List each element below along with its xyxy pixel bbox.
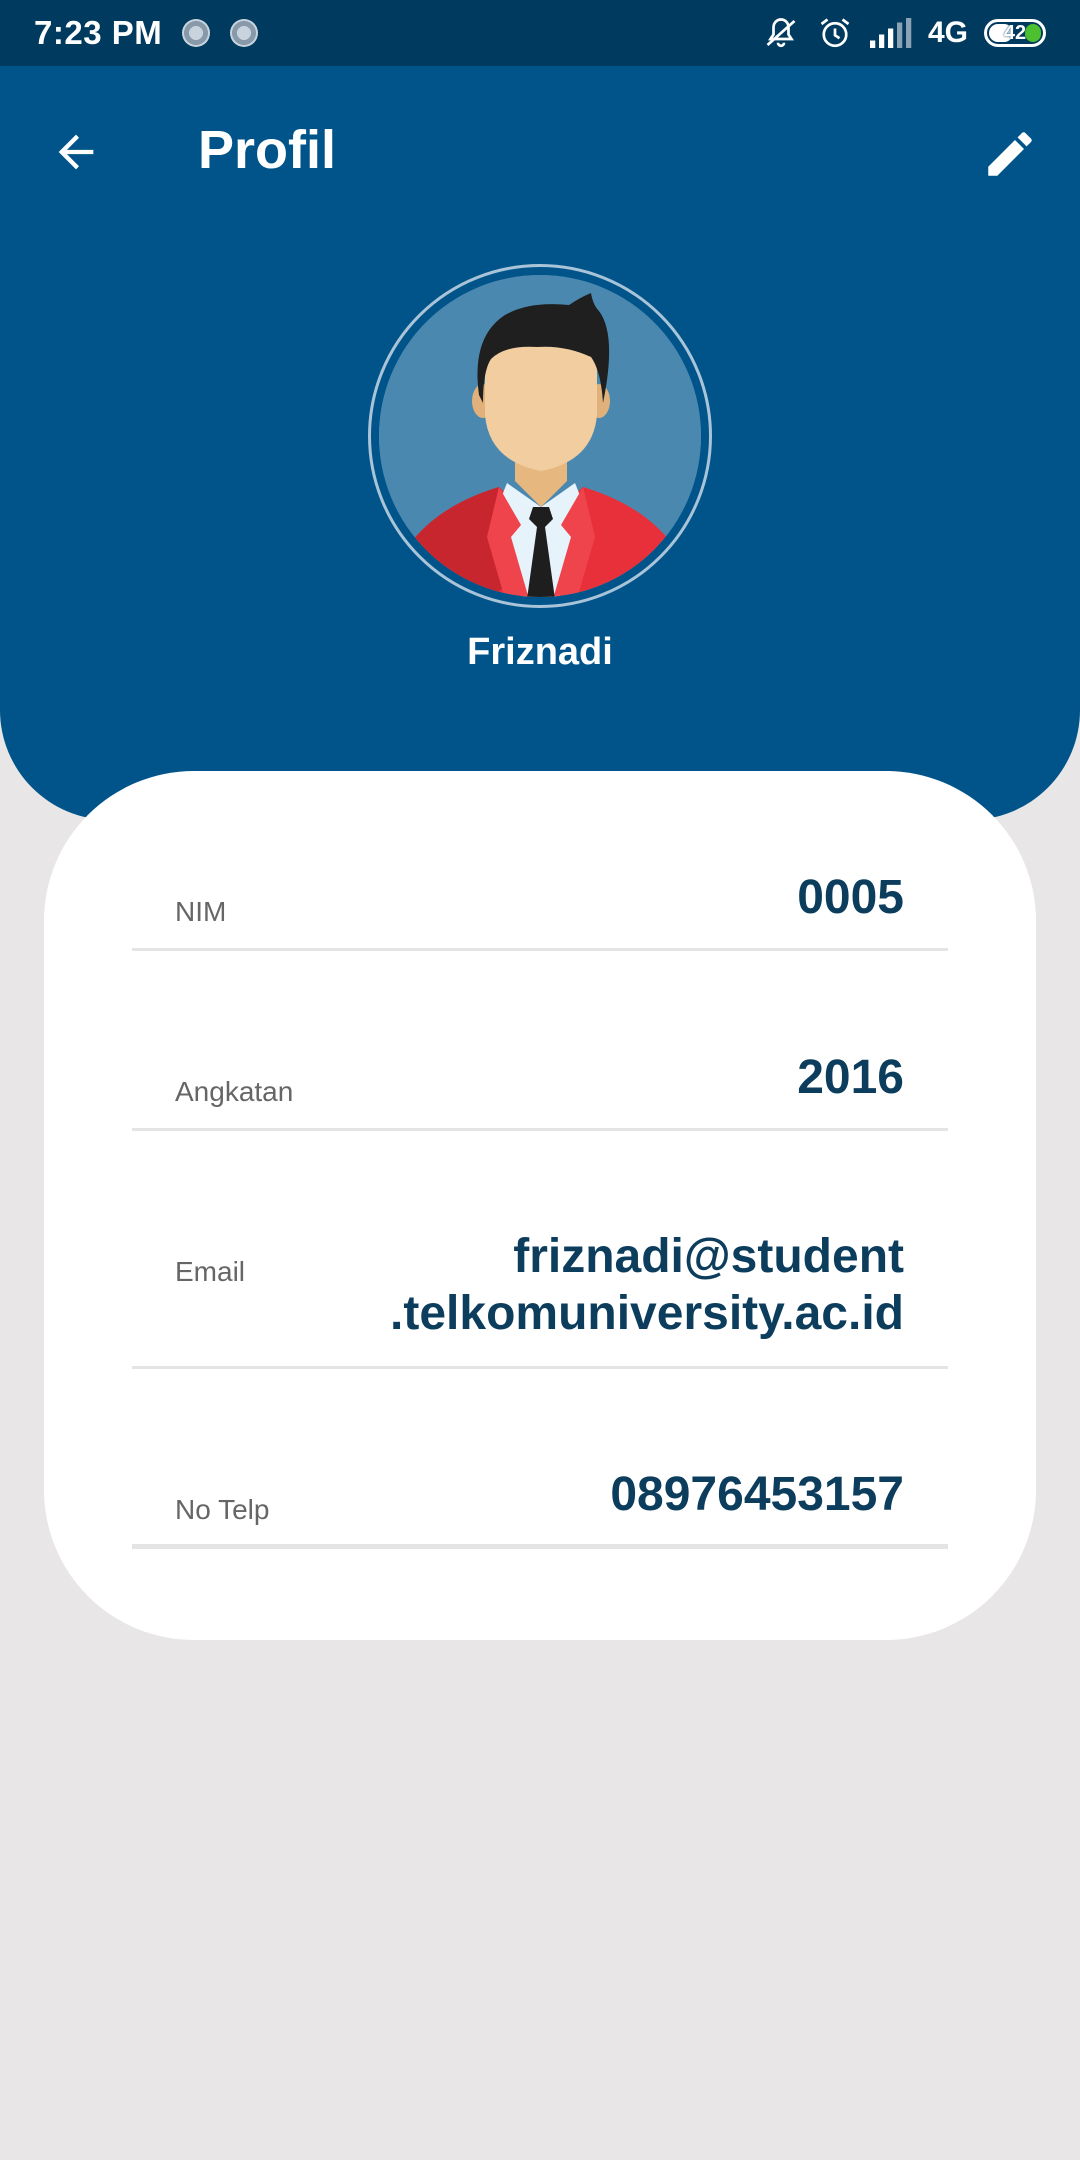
status-left: 7:23 PM — [34, 14, 259, 52]
field-row-angkatan: Angkatan 2016 — [132, 948, 948, 1131]
edit-pencil-icon — [988, 132, 1032, 176]
notification-icon — [182, 19, 211, 47]
field-value: 2016 — [797, 1051, 904, 1104]
network-type: 4G — [927, 16, 968, 49]
alarm-icon — [820, 18, 850, 48]
notification-icon — [230, 19, 259, 47]
email-line-1: friznadi@student — [513, 1230, 904, 1283]
field-value: 08976453157 — [610, 1468, 904, 1521]
field-value: 0005 — [797, 871, 904, 924]
field-label: Angkatan — [175, 1076, 294, 1107]
field-row-nim: NIM 0005 — [132, 831, 948, 951]
battery-icon: 42 — [984, 19, 1046, 47]
mute-icon — [766, 18, 796, 48]
field-label: No Telp — [175, 1494, 270, 1525]
page-title: Profil — [198, 120, 337, 180]
field-value-email: friznadi@student .telkomuniversity.ac.id — [390, 1228, 904, 1342]
edit-profile-button[interactable] — [970, 114, 1050, 194]
status-time: 7:23 PM — [34, 14, 163, 51]
back-arrow-icon — [58, 134, 94, 170]
user-name: Friznadi — [467, 631, 613, 673]
profile-details-card: NIM 0005 Angkatan 2016 Email friznadi@st… — [44, 771, 1036, 1640]
field-row-email: Email friznadi@student .telkomuniversity… — [132, 1128, 948, 1369]
user-avatar-illustration — [379, 275, 701, 597]
field-row-phone: No Telp 08976453157 — [132, 1366, 948, 1549]
avatar — [368, 264, 712, 608]
field-label: NIM — [175, 896, 227, 927]
status-bar: 7:23 PM 4G 42 — [0, 0, 1080, 66]
back-button[interactable] — [40, 116, 112, 188]
profile-header: Profil Friznadi — [0, 66, 1080, 820]
battery-level: 42 — [1003, 21, 1027, 44]
email-line-2: .telkomuniversity.ac.id — [390, 1287, 904, 1340]
status-right: 4G 42 — [762, 15, 1046, 51]
signal-icon — [869, 18, 912, 48]
field-label: Email — [175, 1256, 246, 1287]
